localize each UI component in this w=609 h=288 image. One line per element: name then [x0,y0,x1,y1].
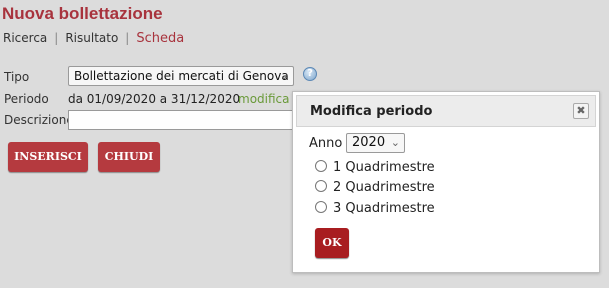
radio-quadrimestre-3[interactable]: 3 Quadrimestre [315,201,435,216]
anno-select[interactable]: 2020 ⌄ [346,133,405,153]
help-icon[interactable]: ? [303,67,317,81]
periodo-value: da 01/09/2020 a 31/12/2020 [68,92,241,106]
dialog-title: Modifica periodo [310,104,433,119]
tab-scheda[interactable]: Scheda [136,31,184,46]
breadcrumb-tabs: Ricerca | Risultato | Scheda [3,31,184,46]
tab-ricerca[interactable]: Ricerca [3,31,47,45]
page-title: Nuova bollettazione [2,4,163,23]
descrizione-input[interactable] [68,110,298,130]
radio-quadrimestre-2[interactable]: 2 Quadrimestre [315,180,435,195]
tipo-select-value: Bollettazione dei mercati di Genova [74,69,289,83]
tipo-label: Tipo [4,70,30,84]
dialog-header: Modifica periodo ✖ [296,95,596,127]
tab-risultato[interactable]: Risultato [65,31,118,45]
periodo-label: Periodo [4,92,49,106]
ok-button[interactable]: OK [315,228,349,258]
radio-label: 3 Quadrimestre [333,201,435,216]
radio-button[interactable] [315,201,327,213]
anno-select-value: 2020 [352,135,386,150]
chevron-down-icon: ⌄ [390,136,400,149]
radio-button[interactable] [315,160,327,172]
close-icon[interactable]: ✖ [573,103,589,119]
tipo-select[interactable]: Bollettazione dei mercati di Genova ⌄ [68,66,294,86]
radio-label: 1 Quadrimestre [333,160,435,175]
descrizione-label: Descrizione [4,113,74,127]
radio-quadrimestre-1[interactable]: 1 Quadrimestre [315,160,435,175]
modifica-periodo-dialog: Modifica periodo ✖ Anno 2020 ⌄ 1 Quadrim… [292,91,600,273]
modifica-periodo-link[interactable]: modifica [238,92,290,106]
tab-separator: | [125,31,130,45]
radio-label: 2 Quadrimestre [333,180,435,195]
chiudi-button[interactable]: CHIUDI [98,142,160,172]
tab-separator: | [54,31,59,45]
chevron-down-icon: ⌄ [279,69,289,82]
radio-button[interactable] [315,180,327,192]
inserisci-button[interactable]: INSERISCI [8,142,88,172]
anno-label: Anno [309,136,343,151]
